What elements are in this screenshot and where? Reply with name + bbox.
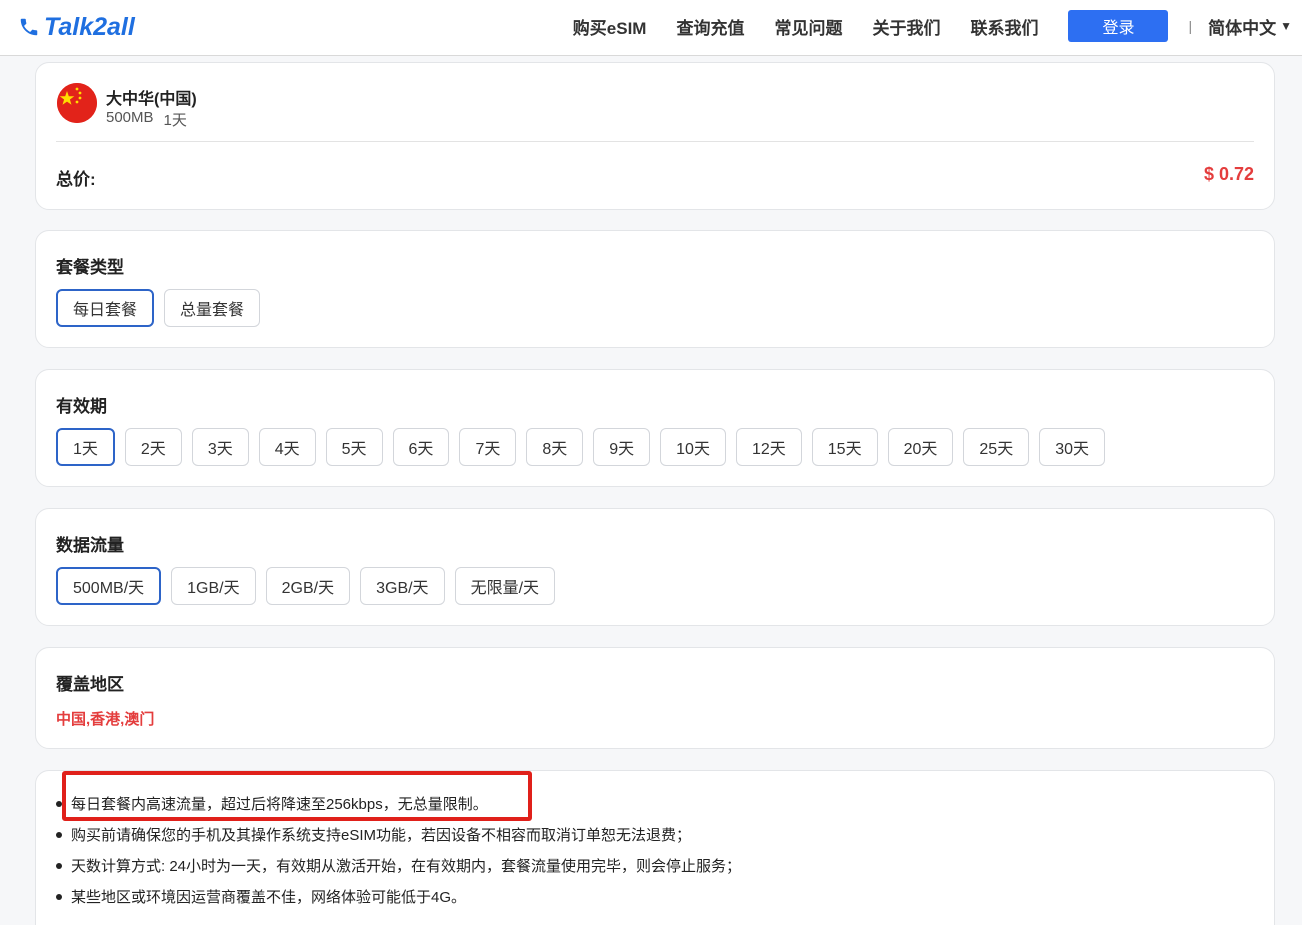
notes-list: 每日套餐内高速流量，超过后将降速至256kbps，无总量限制。 购买前请确保您的… [56,789,741,913]
note-item: 天数计算方式: 24小时为一天，有效期从激活开始，在有效期内，套餐流量使用完毕，… [56,851,741,882]
data-volume-options: 500MB/天 1GB/天 2GB/天 3GB/天 无限量/天 [56,567,556,605]
top-header: Talk2all 购买eSIM 查询充值 常见问题 关于我们 联系我们 登录 |… [0,0,1302,56]
plan-data: 500MB [106,109,154,126]
option-5-days[interactable]: 5天 [325,428,383,466]
plan-type-options: 每日套餐 总量套餐 [56,289,261,327]
note-item: 购买前请确保您的手机及其操作系统支持eSIM功能，若因设备不相容而取消订单恕无法… [56,820,741,851]
china-flag-icon [57,83,97,123]
option-500mb-day[interactable]: 500MB/天 [56,567,162,605]
phone-icon [20,18,38,36]
option-15-days[interactable]: 15天 [811,428,878,466]
option-daily-plan[interactable]: 每日套餐 [56,289,155,327]
option-3-days[interactable]: 3天 [191,428,249,466]
option-2gb-day[interactable]: 2GB/天 [265,567,351,605]
main-nav: 购买eSIM 查询充值 常见问题 关于我们 联系我们 登录 | 简体中文 ▼ [573,10,1292,42]
plan-type-card: 套餐类型 每日套餐 总量套餐 [35,230,1275,348]
notes-card: 每日套餐内高速流量，超过后将降速至256kbps，无总量限制。 购买前请确保您的… [35,770,1275,925]
login-button[interactable]: 登录 [1068,10,1169,42]
nav-divider: | [1188,18,1193,34]
option-8-days[interactable]: 8天 [526,428,584,466]
option-12-days[interactable]: 12天 [735,428,802,466]
caret-down-icon: ▼ [1280,19,1292,33]
option-20-days[interactable]: 20天 [887,428,954,466]
language-selector[interactable]: 简体中文 ▼ [1208,14,1292,39]
logo[interactable]: Talk2all [18,11,135,43]
validity-title: 有效期 [56,397,107,416]
option-7-days[interactable]: 7天 [459,428,517,466]
data-volume-card: 数据流量 500MB/天 1GB/天 2GB/天 3GB/天 无限量/天 [35,508,1275,626]
nav-faq[interactable]: 常见问题 [774,14,842,39]
data-volume-title: 数据流量 [56,536,124,555]
validity-options: 1天 2天 3天 4天 5天 6天 7天 8天 9天 10天 12天 15天 2… [56,428,1106,466]
coverage-regions: 中国,香港,澳门 [56,711,155,728]
coverage-card: 覆盖地区 中国,香港,澳门 [35,647,1275,749]
coverage-title: 覆盖地区 [56,675,124,694]
option-1gb-day[interactable]: 1GB/天 [171,567,256,605]
nav-contact[interactable]: 联系我们 [970,14,1038,39]
option-2-days[interactable]: 2天 [124,428,182,466]
language-label: 简体中文 [1208,18,1277,38]
logo-text: Talk2all [44,12,135,41]
option-unlimited-day[interactable]: 无限量/天 [454,567,556,605]
divider [56,141,1254,142]
validity-card: 有效期 1天 2天 3天 4天 5天 6天 7天 8天 9天 10天 12天 1… [35,369,1275,487]
order-summary-card: 大中华(中国) 500MB 1天 总价: $ 0.72 [35,62,1275,210]
option-total-plan[interactable]: 总量套餐 [164,289,261,327]
total-label: 总价: [56,170,96,189]
option-1-day[interactable]: 1天 [56,428,115,466]
nav-query-recharge[interactable]: 查询充值 [676,14,744,39]
option-30-days[interactable]: 30天 [1039,428,1106,466]
nav-about[interactable]: 关于我们 [872,14,940,39]
option-3gb-day[interactable]: 3GB/天 [360,567,445,605]
note-item: 每日套餐内高速流量，超过后将降速至256kbps，无总量限制。 [56,789,741,820]
option-4-days[interactable]: 4天 [258,428,316,466]
option-9-days[interactable]: 9天 [593,428,651,466]
option-25-days[interactable]: 25天 [963,428,1030,466]
option-6-days[interactable]: 6天 [392,428,450,466]
option-10-days[interactable]: 10天 [660,428,726,466]
note-item: 某些地区或环境因运营商覆盖不佳，网络体验可能低于4G。 [56,882,741,913]
plan-duration: 1天 [163,112,187,129]
plan-type-title: 套餐类型 [56,258,124,277]
nav-buy-esim[interactable]: 购买eSIM [573,14,647,39]
plan-meta: 500MB 1天 [106,109,187,130]
total-price: $ 0.72 [1203,164,1254,184]
plan-name: 大中华(中国) [106,91,197,108]
